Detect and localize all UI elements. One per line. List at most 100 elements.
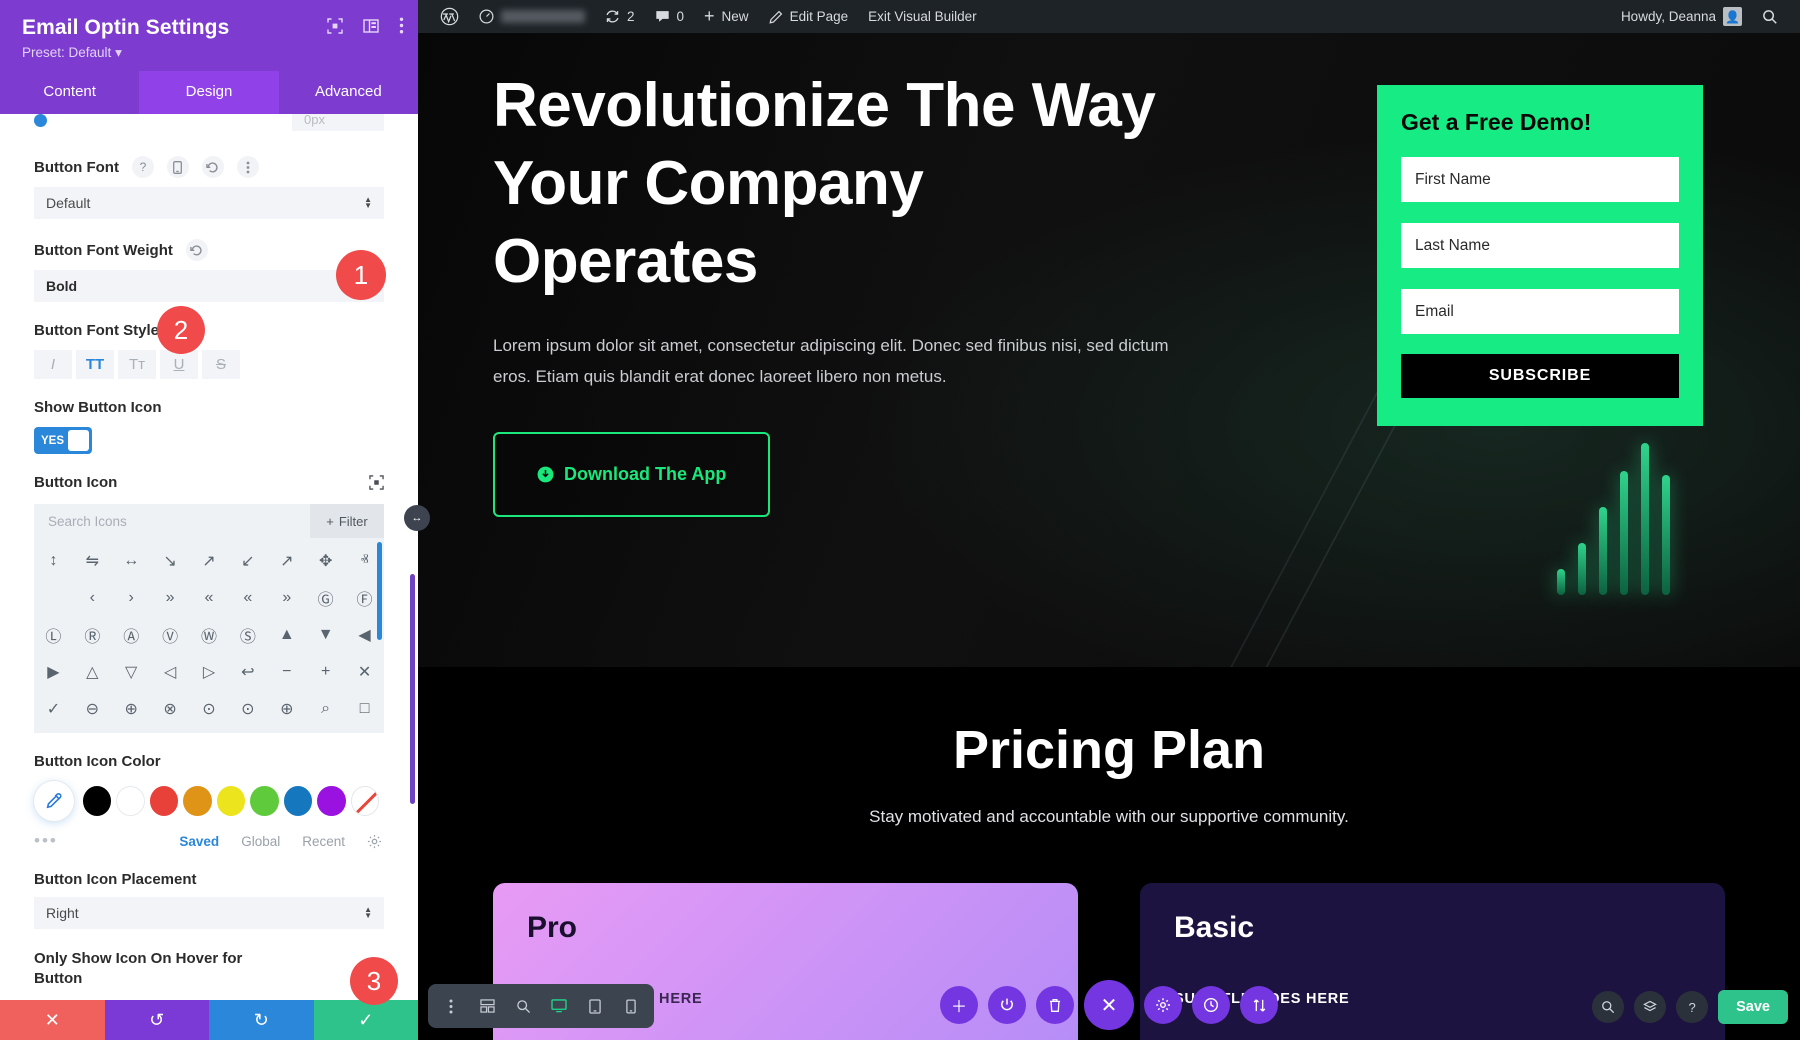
subscribe-button[interactable]: SUBSCRIBE [1401,354,1679,398]
layout-icon[interactable] [363,19,379,33]
icon-option[interactable]: ⊕ [112,690,151,727]
redo-button[interactable]: ↻ [209,1000,314,1040]
icon-option[interactable]: ⊕ [267,690,306,727]
gear-icon[interactable] [367,834,382,849]
icon-option[interactable]: « [190,579,229,616]
search-input[interactable]: Search Icons [34,504,310,538]
tablet-icon[interactable] [578,988,612,1024]
icon-option[interactable]: ↕ [34,542,73,579]
icon-option[interactable]: ▲ [267,616,306,653]
uppercase-button[interactable]: TT [76,350,114,379]
icon-option[interactable]: Ⓐ [112,616,151,653]
icon-option[interactable]: ↗ [267,542,306,579]
trash-icon[interactable] [1036,986,1074,1024]
tab-content[interactable]: Content [0,71,139,114]
tab-advanced[interactable]: Advanced [279,71,418,114]
icon-option[interactable]: ✕ [345,653,384,690]
icon-option[interactable]: › [112,579,151,616]
color-swatch[interactable] [217,786,245,816]
color-swatch[interactable] [284,786,312,816]
updates-item[interactable]: 2 [595,0,645,33]
eyedropper-icon[interactable] [34,781,74,821]
power-icon[interactable] [988,986,1026,1024]
icon-option[interactable]: « [228,579,267,616]
history-icon[interactable] [1192,986,1230,1024]
panel-resize-handle[interactable]: ↔ [404,505,430,531]
icon-option[interactable]: ▶ [34,653,73,690]
icon-grid-scrollbar[interactable] [377,542,382,640]
panel-scrollbar-thumb[interactable] [410,574,415,804]
wordpress-icon[interactable] [430,0,469,33]
icon-option[interactable]: ⇋ [73,542,112,579]
save-button[interactable]: Save [1718,990,1788,1024]
icon-option[interactable]: + [306,653,345,690]
reset-icon[interactable] [186,239,208,261]
comments-item[interactable]: 0 [645,0,695,33]
color-swatch[interactable] [116,786,144,816]
sort-icon[interactable] [1240,986,1278,1024]
color-swatch-none[interactable] [351,786,380,816]
icon-option[interactable]: ↩ [228,653,267,690]
dashboard-icon[interactable] [469,0,595,33]
zoom-out-icon[interactable] [506,988,540,1024]
filter-button[interactable]: + Filter [310,504,384,538]
icon-option[interactable]: ⊖ [73,690,112,727]
close-icon[interactable]: ✕ [1084,980,1134,1030]
layers-icon[interactable] [1634,991,1666,1023]
underline-button[interactable]: U [160,350,198,379]
icon-option[interactable]: ↙ [228,542,267,579]
icon-option[interactable]: ▼ [306,616,345,653]
icon-option[interactable]: ⱟ [34,579,73,616]
icon-option[interactable]: » [267,579,306,616]
desktop-icon[interactable] [542,988,576,1024]
icon-option[interactable]: Ⓛ [34,616,73,653]
color-swatch[interactable] [83,786,111,816]
icon-option[interactable]: Ⓡ [73,616,112,653]
icon-option[interactable]: Ⓢ [228,616,267,653]
undo-button[interactable]: ↺ [105,1000,210,1040]
save-button[interactable]: ✓ [314,1000,419,1040]
download-app-button[interactable]: Download The App [493,432,770,517]
icon-option[interactable]: Ⓦ [190,616,229,653]
px-value-field[interactable]: 0px [292,114,384,131]
howdy-item[interactable]: Howdy, Deanna 👤 [1611,0,1752,33]
reset-icon[interactable] [202,156,224,178]
saved-colors-link[interactable]: Saved [179,834,219,849]
icon-option[interactable]: ‹ [73,579,112,616]
first-name-input[interactable]: First Name [1401,157,1679,202]
help-icon[interactable]: ? [1676,991,1708,1023]
icon-option[interactable]: ↗ [190,542,229,579]
search-icon[interactable] [1752,0,1788,33]
email-optin-module[interactable]: Get a Free Demo! First Name Last Name Em… [1377,85,1703,426]
icon-option[interactable]: ⊗ [151,690,190,727]
responsive-icon[interactable] [167,156,189,178]
new-item[interactable]: + New [694,0,759,33]
more-vertical-icon[interactable] [434,988,468,1024]
exit-visual-builder-item[interactable]: Exit Visual Builder [858,0,987,33]
phone-icon[interactable] [614,988,648,1024]
icon-option[interactable]: ▽ [112,653,151,690]
global-colors-link[interactable]: Global [241,834,280,849]
fullscreen-icon[interactable] [369,475,384,490]
icon-option[interactable]: ▷ [190,653,229,690]
color-swatch[interactable] [150,786,178,816]
settings-icon[interactable] [1144,986,1182,1024]
color-swatch[interactable] [183,786,211,816]
preset-selector[interactable]: Preset: Default ▾ [22,45,400,61]
icon-option[interactable]: ⊙ [228,690,267,727]
more-vertical-icon[interactable] [237,156,259,178]
email-input[interactable]: Email [1401,289,1679,334]
search-icon[interactable] [1592,991,1624,1023]
add-icon[interactable]: ＋ [940,986,978,1024]
icon-option[interactable]: △ [73,653,112,690]
small-caps-button[interactable]: Tᴛ [118,350,156,379]
show-button-icon-toggle[interactable]: YES [34,427,92,454]
icon-option[interactable]: ↔ [112,542,151,579]
help-icon[interactable]: ? [132,156,154,178]
slider-handle[interactable] [34,114,47,127]
button-icon-placement-select[interactable]: Right ▲ ▼ [34,897,384,929]
icon-option[interactable]: Ⓥ [151,616,190,653]
icon-option[interactable]: ✥ [306,542,345,579]
button-font-weight-select[interactable]: Bold [34,270,384,302]
icon-option[interactable]: ↘ [151,542,190,579]
